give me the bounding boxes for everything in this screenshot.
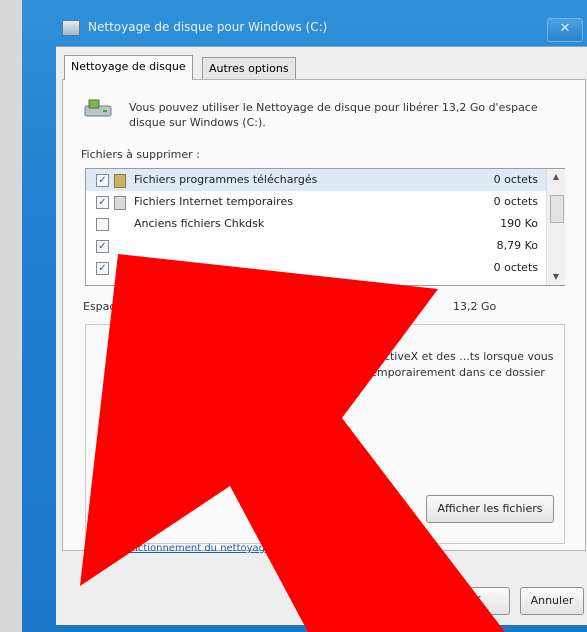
file-size: 0 octets (493, 195, 538, 208)
scroll-up-icon[interactable]: ▲ (547, 169, 565, 185)
list-item[interactable]: ✓ Fichiers programmes téléchargés 0 octe… (86, 169, 546, 191)
ok-button[interactable]: OK (436, 587, 510, 615)
file-size: 8,79 Ko (496, 239, 538, 252)
file-size: 190 Ko (500, 217, 538, 230)
list-item[interactable]: ✓ Fichiers Internet temporaires 0 octets (86, 191, 546, 213)
help-link[interactable]: Fonctionnement du nettoyage (120, 543, 271, 554)
space-gained-label: Espace disque total récupéré : (83, 300, 251, 313)
scroll-thumb[interactable] (550, 195, 564, 223)
tab-disk-cleanup[interactable]: Nettoyage de disque (64, 55, 193, 80)
description-text: ...es contrôles ActiveX et des ...ts lor… (296, 350, 554, 395)
list-item[interactable]: ✓ 0 octets (86, 257, 546, 279)
file-icon (114, 196, 126, 210)
background-left (0, 0, 22, 632)
scroll-down-icon[interactable]: ▼ (547, 269, 565, 285)
file-icon (114, 174, 126, 188)
list-scrollbar[interactable]: ▲ ▼ (546, 169, 565, 285)
file-size: 0 octets (493, 261, 538, 274)
file-size: 0 octets (493, 173, 538, 186)
files-list[interactable]: ✓ Fichiers programmes téléchargés 0 octe… (85, 168, 565, 286)
file-name: Fichiers programmes téléchargés (134, 173, 318, 186)
title-bar: Nettoyage de disque pour Windows (C:) ✕ (22, 8, 587, 42)
close-icon: ✕ (559, 21, 571, 36)
space-gained-value: 13,2 Go (453, 300, 497, 313)
checkbox[interactable]: ✓ (96, 174, 109, 187)
checkbox[interactable]: ✓ (96, 262, 109, 275)
checkbox[interactable] (96, 218, 109, 231)
files-section-label: Fichiers à supprimer : (81, 148, 200, 161)
checkbox[interactable]: ✓ (96, 240, 109, 253)
view-files-button[interactable]: Afficher les fichiers (426, 495, 554, 523)
list-item[interactable]: ✓ 8,79 Ko (86, 235, 546, 257)
tab-more-options[interactable]: Autres options (202, 57, 296, 80)
list-item[interactable]: Anciens fichiers Chkdsk 190 Ko (86, 213, 546, 235)
file-name: Fichiers Internet temporaires (134, 195, 293, 208)
intro-text: Vous pouvez utiliser le Nettoyage de dis… (129, 101, 538, 129)
file-name: Anciens fichiers Chkdsk (134, 217, 265, 230)
window-title: Nettoyage de disque pour Windows (C:) (88, 20, 328, 34)
checkbox[interactable]: ✓ (96, 196, 109, 209)
dialog-client: Nettoyage de disque Autres options Vous … (56, 46, 587, 625)
description-group: ...es contrôles ActiveX et des ...ts lor… (85, 324, 565, 544)
drive-icon (84, 99, 112, 117)
cancel-button[interactable]: Annuler (520, 587, 584, 615)
window-frame: Nettoyage de disque pour Windows (C:) ✕ … (22, 0, 587, 632)
tab-panel: Vous pouvez utiliser le Nettoyage de dis… (62, 79, 586, 551)
close-button[interactable]: ✕ (547, 18, 583, 42)
disk-cleanup-icon (62, 20, 80, 36)
